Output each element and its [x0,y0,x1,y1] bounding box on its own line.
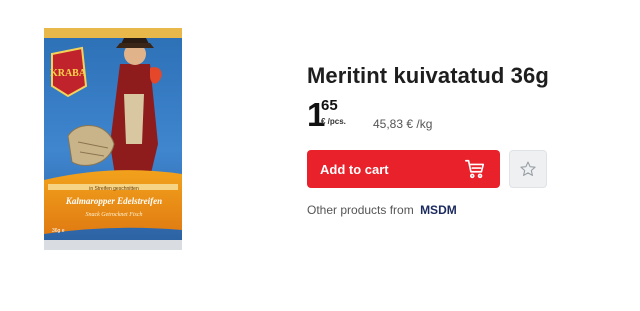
brand-link[interactable]: MSDM [420,203,457,217]
other-products-row: Other products from MSDM [307,203,457,217]
product-title: Meritint kuivatatud 36g [307,63,549,88]
brand-logo-text: KRABA [50,68,87,79]
package-sub-line: Snack Getrocknet Fisch [85,212,142,218]
package-subtitle: in Streifen geschnitten [89,186,139,192]
add-to-cart-label: Add to cart [320,162,389,177]
price-unit: € /pcs. [321,117,346,126]
product-package-illustration: KRABA in Streifen geschnitten Kalmaroppe… [44,28,182,250]
add-to-cart-button[interactable]: Add to cart [307,150,500,188]
star-outline-icon [520,161,536,177]
price-block: 1 65 € /pcs. 45,83 € /kg [307,97,507,137]
package-weight-text: 36g e [52,228,65,234]
cart-icon [465,159,485,179]
favorite-button[interactable] [509,150,547,188]
unit-price: 45,83 € /kg [373,117,433,131]
package-flavor-text: Kalmaropper Edelstreifen [65,196,162,206]
other-products-prefix: Other products from [307,203,414,217]
price-cents: 65 [321,97,338,114]
product-image[interactable]: KRABA in Streifen geschnitten Kalmaroppe… [38,24,188,254]
